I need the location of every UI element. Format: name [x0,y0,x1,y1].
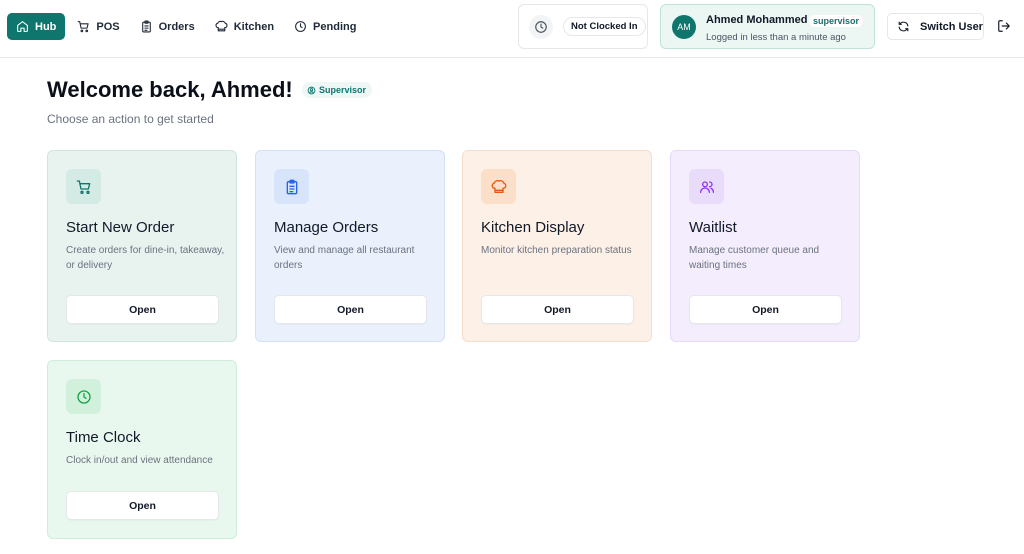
nav-item-label: Orders [158,20,195,33]
card-title: Time Clock [66,429,141,446]
page-title: Welcome back, Ahmed! [47,77,293,102]
clock-icon [535,20,547,33]
logout-icon[interactable] [997,19,1011,33]
card-description: Monitor kitchen preparation status [481,245,632,256]
top-bar: Hub POS Orders Kitchen Pending Not Clock… [0,0,1024,58]
shield-user-icon [307,86,316,94]
open-waitlist-button[interactable]: Open [689,295,842,324]
card-time-clock: Time Clock Clock in/out and view attenda… [47,360,237,539]
user-panel: AM Ahmed Mohammed supervisor Logged in l… [660,4,875,49]
refresh-icon [898,21,909,32]
cart-icon [77,21,90,33]
nav-item-pos[interactable]: POS [69,13,127,40]
open-kitchen-display-button[interactable]: Open [481,295,634,324]
clipboard-icon [286,179,297,194]
nav-item-orders[interactable]: Orders [132,13,203,40]
open-time-clock-button[interactable]: Open [66,491,219,520]
role-badge: Supervisor [302,82,373,98]
card-icon-wrap [481,169,516,204]
card-title: Waitlist [689,219,737,236]
clock-icon [295,21,306,32]
card-description: Create orders for dine-in, takeaway, or … [66,245,225,271]
nav-item-label: POS [96,20,120,33]
home-icon [17,21,28,32]
open-manage-orders-button[interactable]: Open [274,295,427,324]
clock-status-badge: Not Clocked In [563,17,646,36]
nav-item-label: Kitchen [233,20,275,33]
nav-item-kitchen[interactable]: Kitchen [207,13,282,40]
open-start-new-order-button[interactable]: Open [66,295,219,324]
main-nav: Hub POS Orders Kitchen Pending [7,13,368,40]
login-info: Logged in less than a minute ago [706,32,846,43]
card-kitchen-display: Kitchen Display Monitor kitchen preparat… [462,150,652,342]
card-description: View and manage all restaurant orders [274,245,415,271]
user-role-badge: supervisor [809,15,864,27]
card-manage-orders: Manage Orders View and manage all restau… [255,150,445,342]
users-icon [699,180,714,193]
card-icon-wrap [689,169,724,204]
clock-icon [76,389,91,404]
nav-item-label: Hub [35,20,57,33]
nav-item-pending[interactable]: Pending [286,13,364,40]
card-start-new-order: Start New Order Create orders for dine-i… [47,150,237,342]
clock-status-icon-wrap [529,14,553,39]
role-badge-label: Supervisor [319,85,367,95]
page-subtitle: Choose an action to get started [47,112,214,126]
avatar: AM [672,15,696,39]
user-name: Ahmed Mohammed [706,14,808,26]
card-icon-wrap [66,169,101,204]
card-icon-wrap [274,169,309,204]
card-title: Kitchen Display [481,219,585,236]
card-waitlist: Waitlist Manage customer queue and waiti… [670,150,860,342]
card-title: Manage Orders [274,219,379,236]
nav-item-label: Pending [313,20,357,33]
clipboard-icon [141,20,151,33]
switch-user-button[interactable]: Switch User [887,13,984,40]
card-description: Clock in/out and view attendance [66,455,213,466]
card-title: Start New Order [66,219,175,236]
chef-hat-icon [215,20,228,32]
switch-user-label: Switch User [920,20,983,33]
card-description: Manage customer queue and waiting times [689,245,820,271]
nav-item-hub[interactable]: Hub [7,13,66,40]
cart-icon [76,179,90,194]
chef-hat-icon [491,179,506,193]
card-icon-wrap [66,379,101,414]
clock-status-panel: Not Clocked In [518,4,648,49]
